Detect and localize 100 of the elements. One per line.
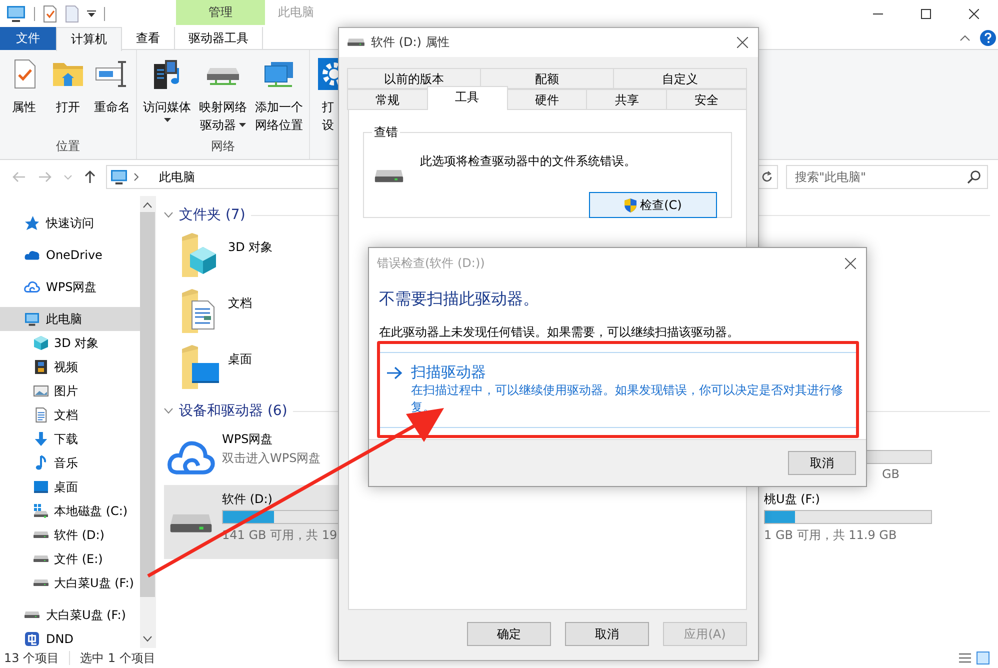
search-field[interactable]: 搜索"此电脑" — [786, 165, 988, 189]
up-icon — [84, 170, 96, 184]
chevron-icon — [134, 173, 139, 181]
shield-icon — [624, 198, 638, 212]
arrow-icon — [386, 366, 403, 380]
ribbon-tab[interactable]: 查看 — [122, 27, 174, 50]
nav-item[interactable]: 快速访问 — [0, 211, 140, 235]
ribbon-tab[interactable]: 文件 — [0, 27, 56, 50]
drive-tile[interactable]: WPS网盘 双击进入WPS网盘 — [164, 425, 444, 485]
drive-icon — [24, 610, 40, 620]
description-text: 此选项将检查驱动器中的文件系统错误。 — [419, 153, 636, 170]
drive-tile[interactable]: 桃U盘 (F:) 1 GB 可用，共 11.9 GB — [706, 485, 986, 559]
dialog-tab[interactable]: 安全 — [666, 89, 747, 110]
nav-item[interactable]: 软件 (D:) — [0, 523, 140, 547]
cube-icon — [33, 335, 49, 351]
scroll-down-icon — [143, 636, 152, 642]
close-button[interactable] — [737, 37, 748, 48]
dialog-title: 软件 (D:) 属性 — [371, 34, 450, 51]
dialog-tab[interactable]: 常规 — [347, 89, 428, 110]
cloud-icon — [24, 279, 40, 295]
close-icon — [737, 37, 748, 48]
nav-item[interactable]: 3D 对象 — [0, 331, 140, 355]
close-icon — [845, 258, 856, 269]
dialog-tab[interactable]: 配额 — [480, 68, 614, 89]
nav-item[interactable]: 下载 — [0, 427, 140, 451]
nav-item[interactable]: 文档 — [0, 403, 140, 427]
minimize-icon — [873, 12, 883, 14]
system-drive-icon — [33, 503, 49, 519]
dialog-tab[interactable]: 共享 — [586, 89, 668, 110]
nav-item[interactable]: 大白菜U盘 (F:) — [0, 603, 140, 627]
collapse-icon[interactable] — [164, 212, 173, 218]
message-text: 在此驱动器上未发现任何错误。如果需要，可以继续扫描该驱动器。 — [379, 324, 740, 341]
app-icon — [24, 631, 40, 647]
dialog-tab[interactable]: 硬件 — [506, 89, 588, 110]
nav-item[interactable]: WPS网盘 — [0, 275, 140, 299]
caret-icon — [164, 118, 170, 122]
window-title: 此电脑 — [278, 4, 314, 21]
film-icon — [33, 359, 49, 375]
maximize-icon — [921, 8, 931, 18]
ribbon-command[interactable]: 访问媒体 — [139, 50, 195, 137]
refresh-icon — [761, 171, 773, 183]
ribbon-command[interactable]: 映射网络 驱动器 — [195, 50, 251, 137]
drive-icon — [33, 554, 49, 564]
collapse-ribbon-icon — [960, 35, 970, 41]
selection-count: 选中 1 个项目 — [80, 650, 156, 666]
chevron-icon — [164, 212, 173, 218]
ribbon-command[interactable]: 重命名 — [90, 50, 134, 137]
group-title: 查错 — [373, 124, 399, 141]
scroll-up-icon — [143, 202, 152, 208]
dialog-tab[interactable]: 工具 — [426, 86, 508, 110]
scrollbar-thumb[interactable] — [140, 212, 155, 597]
ribbon-command[interactable]: 打开 — [46, 50, 90, 137]
nav-item[interactable]: 桌面 — [0, 475, 140, 499]
checklist-icon — [43, 4, 57, 22]
computer-icon — [6, 4, 26, 24]
close-icon — [969, 8, 979, 18]
nav-item[interactable]: 视频 — [0, 355, 140, 379]
drive-icon — [33, 578, 49, 588]
folder-icon — [180, 343, 222, 391]
context-tab-header: 管理 — [176, 0, 265, 25]
nav-item[interactable]: 音乐 — [0, 451, 140, 475]
dialog-button[interactable]: 取消 — [565, 622, 649, 646]
dialog-title: 错误检查(软件 (D:)) — [377, 255, 485, 272]
nav-item[interactable]: DND — [0, 627, 140, 651]
computer-icon — [24, 311, 40, 327]
computer-icon — [110, 168, 128, 186]
dialog-tab[interactable]: 以前的版本 — [347, 68, 481, 89]
group-label: 网络 — [210, 138, 236, 155]
details-view-icon — [958, 651, 972, 665]
nav-item[interactable]: 图片 — [0, 379, 140, 403]
ribbon-tab[interactable]: 计算机 — [56, 27, 122, 51]
section-title[interactable]: 文件夹 (7) — [179, 206, 246, 224]
tiles-view-icon — [976, 651, 990, 665]
dialog-heading: 不需要扫描此驱动器。 — [379, 289, 540, 310]
music-icon — [33, 455, 49, 471]
nav-item[interactable]: OneDrive — [0, 243, 140, 267]
close-button[interactable] — [845, 258, 856, 269]
rename-icon — [95, 58, 129, 90]
recent-icon — [64, 174, 72, 180]
dropdown-icon — [87, 10, 96, 18]
back-icon — [12, 171, 26, 183]
section-title[interactable]: 设备和驱动器 (6) — [179, 402, 288, 420]
search-icon — [967, 170, 981, 184]
ribbon-command[interactable]: 添加一个 网络位置 — [251, 50, 307, 137]
nav-item[interactable]: 文件 (E:) — [0, 547, 140, 571]
document-icon — [33, 407, 49, 423]
collapse-icon[interactable] — [164, 408, 173, 414]
drive-icon — [33, 530, 49, 540]
cancel-button[interactable]: 取消 — [788, 451, 856, 475]
nav-item[interactable]: 此电脑 — [0, 307, 140, 331]
dialog-button[interactable]: 确定 — [467, 622, 551, 646]
nav-item[interactable]: 本地磁盘 (C:) — [0, 499, 140, 523]
nav-item[interactable]: 大白菜U盘 (F:) — [0, 571, 140, 595]
forward-icon — [38, 171, 52, 183]
ribbon-command[interactable]: 属性 — [2, 50, 46, 137]
drive-icon — [347, 38, 365, 48]
star-icon — [24, 215, 40, 231]
group-label: 位置 — [55, 138, 81, 155]
check-button[interactable]: 检查(C) — [589, 192, 717, 218]
dialog-tab[interactable]: 自定义 — [613, 68, 747, 89]
